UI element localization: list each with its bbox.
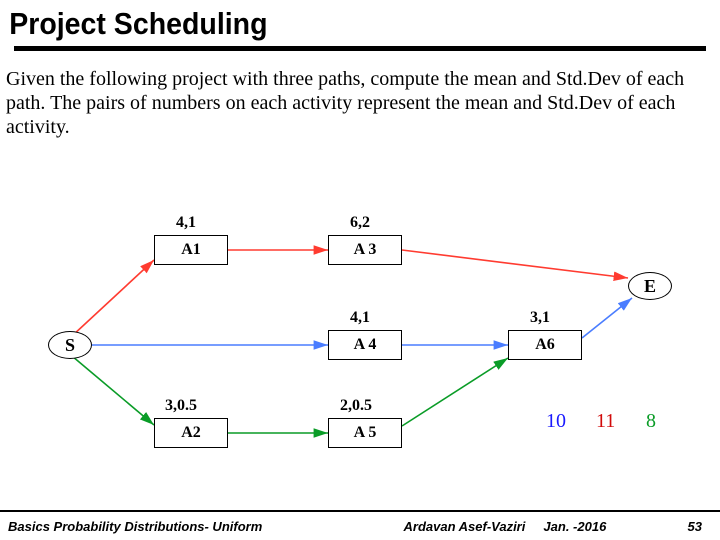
footer-author: Ardavan Asef-Vaziri bbox=[404, 519, 526, 534]
problem-statement: Given the following project with three p… bbox=[0, 51, 720, 139]
answer-path-green: 8 bbox=[646, 410, 656, 433]
label-A1: 4,1 bbox=[176, 214, 196, 232]
label-A4: 4,1 bbox=[350, 309, 370, 327]
footer-topic: Basics Probability Distributions- Unifor… bbox=[0, 519, 262, 534]
node-S: S bbox=[48, 331, 92, 359]
footer-page: 53 bbox=[688, 519, 720, 534]
page-title: Project Scheduling bbox=[0, 0, 662, 44]
node-A5: A 5 bbox=[328, 418, 402, 448]
label-A6: 3,1 bbox=[530, 309, 550, 327]
answer-path-blue: 10 bbox=[546, 410, 566, 433]
label-A2: 3,0.5 bbox=[165, 397, 197, 415]
node-A1: A1 bbox=[154, 235, 228, 265]
footer: Basics Probability Distributions- Unifor… bbox=[0, 510, 720, 540]
footer-date: Jan. -2016 bbox=[543, 519, 606, 534]
node-A3: A 3 bbox=[328, 235, 402, 265]
label-A3: 6,2 bbox=[350, 214, 370, 232]
node-A4: A 4 bbox=[328, 330, 402, 360]
node-A6: A6 bbox=[508, 330, 582, 360]
network-diagram: S A1 A 3 A 4 A6 A2 A 5 E 4,1 6,2 4,1 3,1… bbox=[0, 190, 720, 490]
node-A2: A2 bbox=[154, 418, 228, 448]
answer-path-red: 11 bbox=[596, 410, 615, 433]
label-A5: 2,0.5 bbox=[340, 397, 372, 415]
node-E: E bbox=[628, 272, 672, 300]
footer-center: Ardavan Asef-Vaziri Jan. -2016 bbox=[262, 519, 687, 534]
